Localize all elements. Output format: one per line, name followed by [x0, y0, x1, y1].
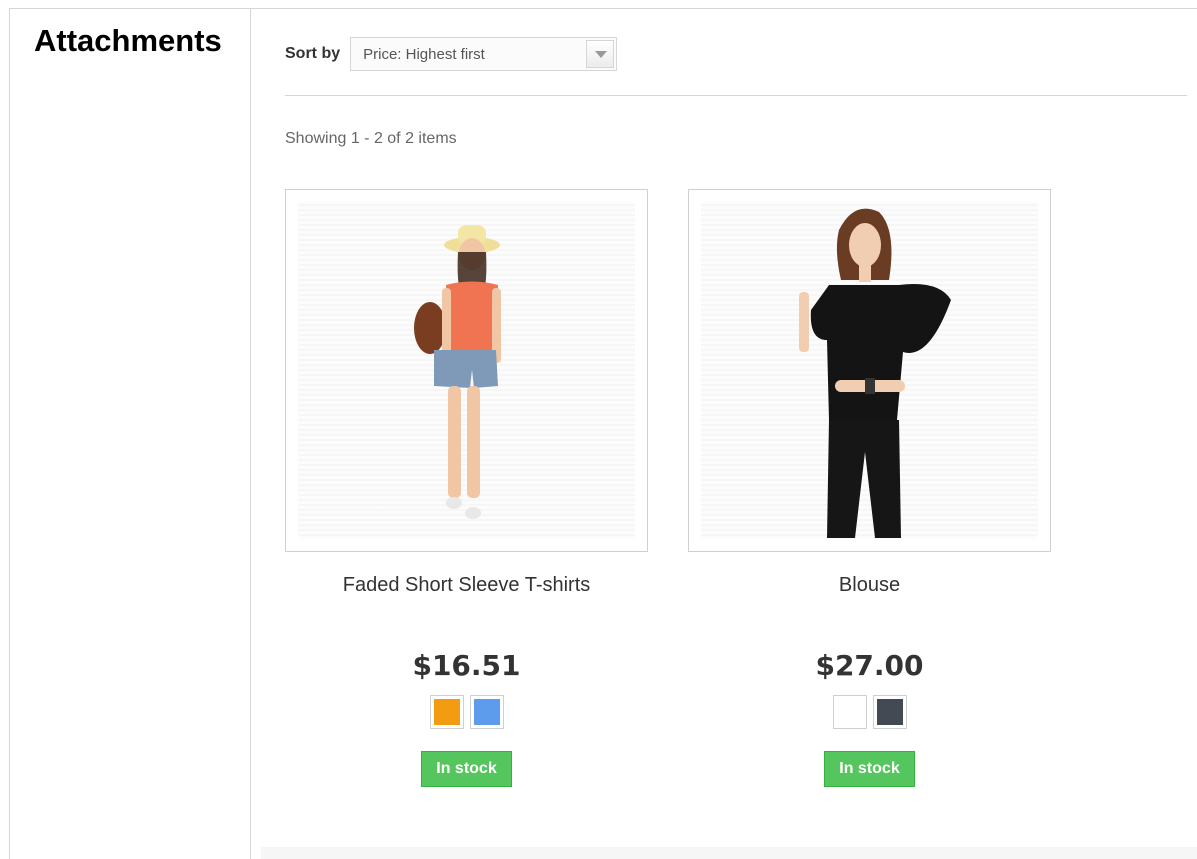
model-photo-icon — [414, 225, 501, 519]
sort-bar: Sort by Price: Highest first — [285, 36, 618, 72]
chevron-down-icon[interactable] — [586, 40, 615, 68]
page-frame: Attachments Sort by Price: Highest first… — [9, 8, 1197, 859]
model-photo-icon — [799, 208, 951, 538]
color-swatch[interactable] — [469, 695, 504, 729]
color-swatch[interactable] — [832, 695, 867, 729]
product-name[interactable]: Blouse — [688, 574, 1051, 597]
stock-badge: In stock — [421, 751, 512, 787]
sort-select-value: Price: Highest first — [363, 46, 485, 63]
sort-label: Sort by — [285, 45, 341, 62]
product-price: $27.00 — [815, 649, 924, 682]
stock-badge: In stock — [824, 751, 915, 787]
color-swatch[interactable] — [429, 695, 464, 729]
color-swatches — [285, 695, 648, 729]
product-image[interactable] — [688, 189, 1051, 552]
results-count: Showing 1 - 2 of 2 items — [285, 130, 457, 147]
product-card: Blouse $27.00 In stock — [688, 189, 1051, 787]
product-card: Faded Short Sleeve T-shirts $16.51 In st… — [285, 189, 648, 787]
divider — [285, 95, 1187, 96]
product-price: $16.51 — [412, 649, 521, 682]
product-name[interactable]: Faded Short Sleeve T-shirts — [285, 574, 648, 597]
sort-select[interactable]: Price: Highest first — [350, 37, 618, 71]
color-swatch[interactable] — [872, 695, 907, 729]
sidebar-title: Attachments — [34, 23, 222, 58]
footer-strip — [261, 847, 1197, 859]
color-swatches — [688, 695, 1051, 729]
product-listing: Sort by Price: Highest first Showing 1 -… — [251, 9, 1197, 859]
sidebar: Attachments — [10, 9, 251, 859]
product-image[interactable] — [285, 189, 648, 552]
